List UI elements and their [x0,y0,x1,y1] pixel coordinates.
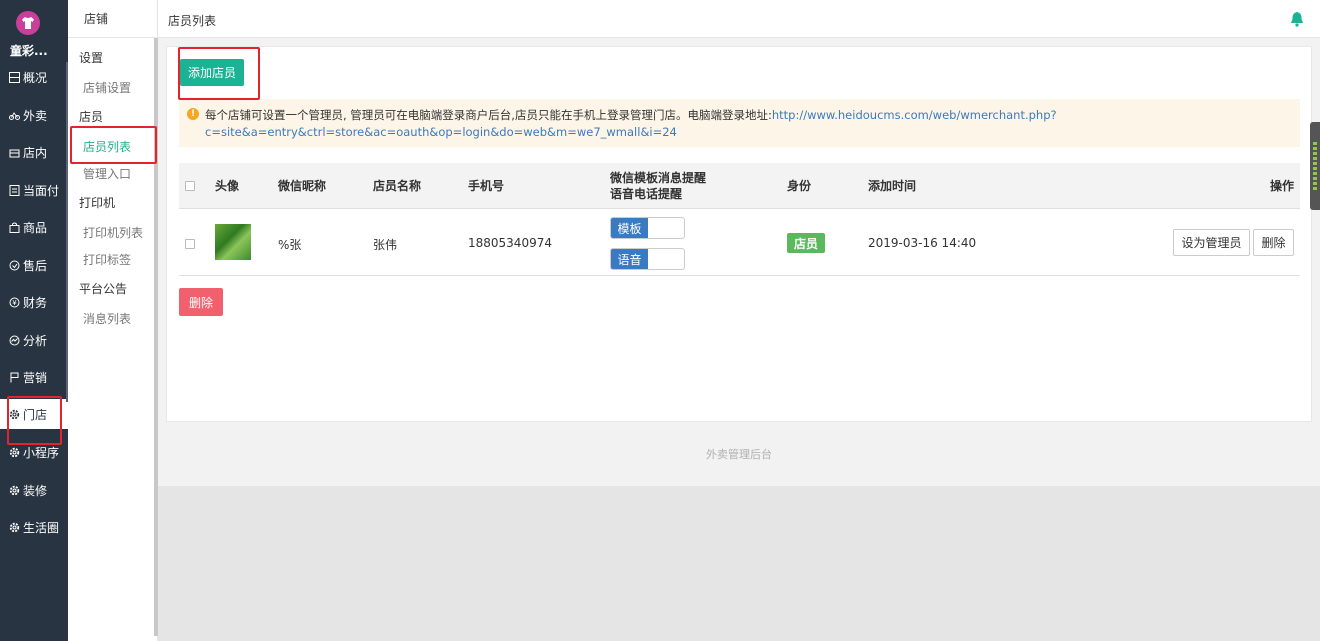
add-staff-button[interactable]: 添加店员 [180,59,244,86]
nav-label: 分析 [23,333,48,348]
submenu-group-announcements: 平台公告 [79,282,128,296]
submenu-item-print-labels[interactable]: 打印标签 [83,251,131,268]
nav-label: 财务 [23,295,48,310]
nav-label: 售后 [23,258,48,273]
role-badge: 店员 [787,233,825,253]
handle-grip [1313,142,1317,190]
nav-label: 店内 [23,145,48,160]
submenu-item-staff-list[interactable]: 店员列表 [83,138,131,155]
nav-label: 概况 [23,70,48,85]
login-url-link-cont[interactable]: c=site&a=entry&ctrl=store&ac=oauth&op=lo… [205,125,677,139]
col-operations: 操作 [1270,179,1295,193]
gear-icon [8,408,21,421]
nav-label: 生活圈 [23,520,60,535]
col-phone: 手机号 [468,179,505,193]
bag-icon [8,221,21,234]
nav-label: 当面付 [23,183,60,198]
bike-icon [8,109,21,122]
notice-text: 每个店铺可设置一个管理员, 管理员可在电脑端登录商户后台,店员只能在手机上登录管… [205,108,772,122]
col-role: 身份 [787,179,812,193]
top-header: 店员列表 [158,0,1320,38]
nav-label: 营销 [23,370,48,385]
row-checkbox[interactable] [185,239,195,249]
set-admin-button[interactable]: 设为管理员 [1173,229,1250,256]
row-nickname: %张 [278,238,302,252]
nav-label: 小程序 [23,445,60,460]
page-title: 店员列表 [168,14,217,28]
col-nickname: 微信昵称 [278,179,327,193]
submenu-group-settings: 设置 [79,51,104,65]
col-template-notify: 微信模板消息提醒 [610,171,707,185]
shirt-icon [22,17,34,29]
nav-item-decoration[interactable]: 装修 [0,475,68,505]
submenu-title: 店铺 [68,0,158,38]
col-added-time: 添加时间 [868,179,917,193]
footer-text: 外卖管理后台 [706,448,772,461]
nav-item-takeout[interactable]: 外卖 [0,100,68,130]
submenu-item-printer-list[interactable]: 打印机列表 [83,224,143,241]
info-notice: ! 每个店铺可设置一个管理员, 管理员可在电脑端登录商户后台,店员只能在手机上登… [179,99,1300,147]
bell-icon[interactable] [1290,11,1304,27]
nav-item-analysis[interactable]: 分析 [0,325,68,355]
nav-item-overview[interactable]: 概况 [0,62,68,92]
nav-label: 装修 [23,483,48,498]
footer: 外卖管理后台 [158,422,1320,486]
nav-item-dine-in[interactable]: 店内 [0,137,68,167]
nav-item-life-circle[interactable]: 生活圈 [0,512,68,542]
info-icon: ! [187,108,199,120]
table-header [179,163,1300,209]
svg-text:¥: ¥ [12,299,17,307]
store-icon [8,146,21,159]
toggle-on-label: 语音 [611,249,648,269]
gear-icon [8,484,21,497]
submenu-group-staff: 店员 [79,110,104,124]
avatar [215,224,251,260]
side-handle[interactable] [1310,122,1320,210]
nav-item-marketing[interactable]: 营销 [0,362,68,392]
nav-item-mini-program[interactable]: 小程序 [0,437,68,467]
gear-icon [8,521,21,534]
row-staff-name: 张伟 [373,238,398,252]
login-url-link[interactable]: http://www.heidoucms.com/web/wmerchant.p… [772,108,1057,122]
nav-label: 门店 [23,407,48,422]
table-row [179,209,1300,276]
flag-icon [8,371,21,384]
row-phone: 18805340974 [468,236,552,250]
brand-logo[interactable] [16,11,40,35]
nav-item-face-pay[interactable]: 当面付 [0,175,68,205]
toggle-on-label: 模板 [611,218,648,238]
col-voice-notify: 语音电话提醒 [610,187,683,201]
nav-item-after-sales[interactable]: 售后 [0,250,68,280]
nav-item-finance[interactable]: ¥ 财务 [0,287,68,317]
dashboard-icon [8,71,21,84]
col-staff-name: 店员名称 [373,179,422,193]
document-icon [8,184,21,197]
col-avatar: 头像 [215,179,240,193]
submenu-item-message-list[interactable]: 消息列表 [83,310,131,327]
chart-icon [8,334,21,347]
voice-notify-toggle[interactable]: 语音 [610,248,685,270]
store-submenu: 店铺 设置 店铺设置 店员 店员列表 管理入口 打印机 打印机列表 打印标签 平… [68,0,158,641]
row-added-time: 2019-03-16 14:40 [868,236,977,250]
main-sidebar: 童彩... 概况 外卖 店内 当面付 商品 售后 ¥ 财务 分析 营销 门店 小… [0,0,69,641]
gear-icon [8,446,21,459]
submenu-group-printer: 打印机 [79,196,116,210]
template-notify-toggle[interactable]: 模板 [610,217,685,239]
submenu-item-store-settings[interactable]: 店铺设置 [83,79,131,96]
service-icon [8,259,21,272]
row-delete-button[interactable]: 删除 [1253,229,1294,256]
page-background [158,486,1320,641]
nav-item-store[interactable]: 门店 [0,399,68,429]
brand-name: 童彩... [10,44,48,58]
nav-label: 商品 [23,220,48,235]
submenu-item-admin-entry[interactable]: 管理入口 [83,165,131,182]
nav-item-goods[interactable]: 商品 [0,212,68,242]
select-all-checkbox[interactable] [185,181,195,191]
bulk-delete-button[interactable]: 删除 [179,288,223,316]
nav-label: 外卖 [23,108,48,123]
money-icon: ¥ [8,296,21,309]
